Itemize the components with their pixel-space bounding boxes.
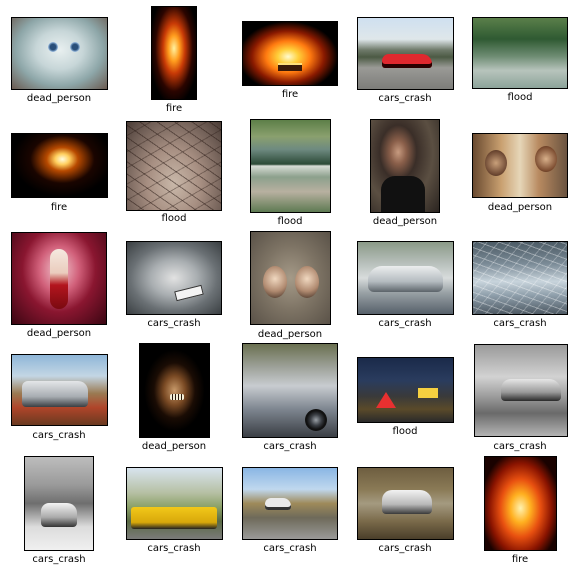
tile-label: dead_person	[257, 329, 323, 340]
tile-image[interactable]	[357, 17, 454, 90]
tile-image[interactable]	[242, 467, 338, 540]
tile-image[interactable]	[242, 21, 338, 86]
tile-label: cars_crash	[32, 554, 86, 565]
tile-image[interactable]	[472, 17, 568, 89]
tile-image[interactable]	[250, 231, 331, 325]
tile-image[interactable]	[126, 121, 222, 211]
tile-image[interactable]	[11, 17, 108, 90]
tile-image[interactable]	[472, 133, 568, 198]
tile-image[interactable]	[151, 6, 197, 100]
tile-label: cars_crash	[378, 318, 432, 329]
tile-label: dead_person	[26, 93, 92, 104]
tile-image[interactable]	[11, 354, 108, 426]
tile-label: flood	[277, 216, 303, 227]
tile-image[interactable]	[357, 357, 454, 423]
tile-image[interactable]	[250, 119, 331, 213]
tile-image[interactable]	[126, 241, 222, 315]
tile-label: fire	[281, 89, 299, 100]
tile-image[interactable]	[472, 241, 568, 315]
tile-label: cars_crash	[263, 543, 317, 554]
tile-image[interactable]	[370, 119, 440, 213]
tile-label: fire	[50, 202, 68, 213]
tile-label: cars_crash	[493, 441, 547, 452]
tile-label: fire	[511, 554, 529, 565]
tile-image[interactable]	[24, 456, 94, 551]
tile-label: flood	[507, 92, 533, 103]
tile-image[interactable]	[126, 467, 223, 540]
tile-label: dead_person	[26, 328, 92, 339]
tile-image[interactable]	[357, 467, 454, 540]
tile-label: cars_crash	[263, 441, 317, 452]
tile-image[interactable]	[484, 456, 557, 551]
tile-image[interactable]	[139, 343, 210, 438]
tile-image[interactable]	[474, 344, 568, 437]
tile-label: cars_crash	[32, 430, 86, 441]
tile-label: dead_person	[372, 216, 438, 227]
tile-label: dead_person	[141, 441, 207, 452]
tile-label: dead_person	[487, 202, 553, 213]
tile-label: cars_crash	[147, 318, 201, 329]
tile-label: cars_crash	[493, 318, 547, 329]
tile-image[interactable]	[11, 133, 108, 198]
tile-label: cars_crash	[378, 93, 432, 104]
tile-label: cars_crash	[147, 543, 201, 554]
tile-label: fire	[165, 103, 183, 114]
tile-image[interactable]	[357, 241, 454, 315]
tile-label: flood	[392, 426, 418, 437]
tile-image[interactable]	[11, 232, 107, 325]
tile-label: flood	[161, 213, 187, 224]
tile-label: cars_crash	[378, 543, 432, 554]
tile-image[interactable]	[242, 343, 338, 438]
